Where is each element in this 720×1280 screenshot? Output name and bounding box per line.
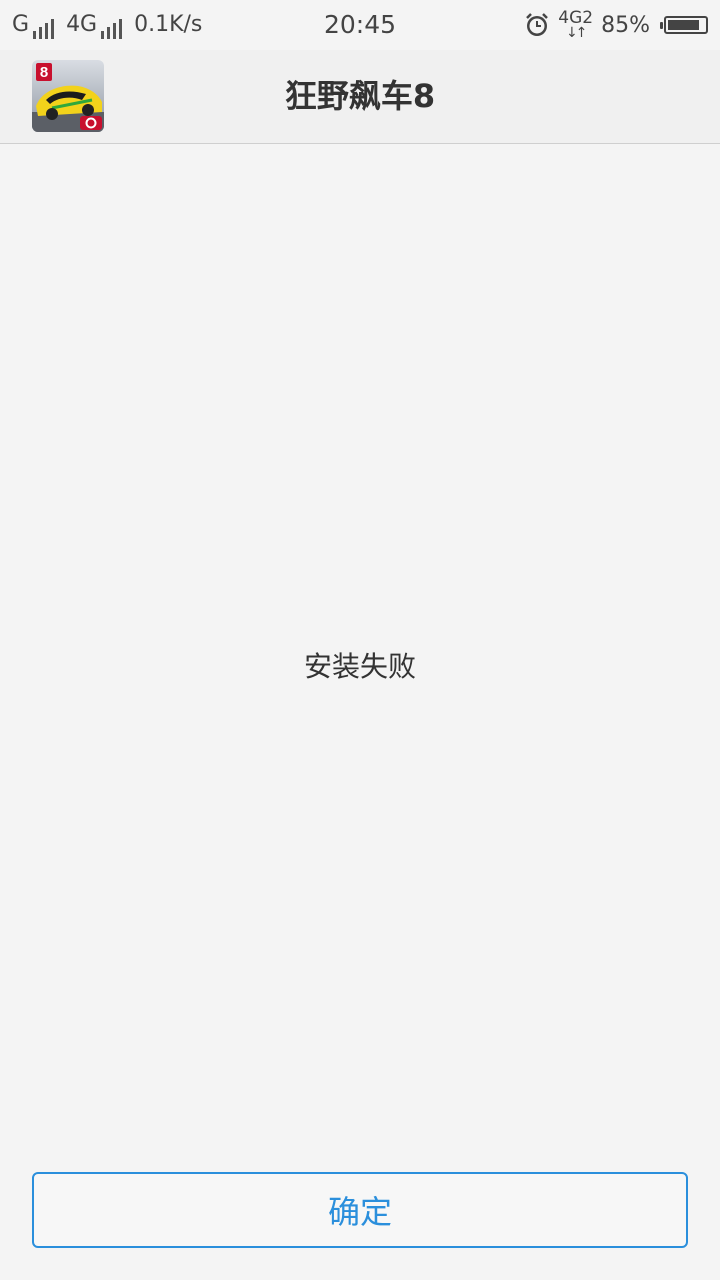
status-bar: G 4G 0.1K/s 20:45 4G2 ↓↑ 85% xyxy=(0,0,720,50)
install-status-message: 安装失败 xyxy=(303,650,416,683)
battery-icon xyxy=(660,16,708,34)
app-header: 8 狂野飙车8 xyxy=(0,50,720,144)
battery-percent: 85% xyxy=(601,12,650,38)
data-network-icon: 4G2 ↓↑ xyxy=(558,8,594,41)
status-right: 4G2 ↓↑ 85% xyxy=(524,8,708,42)
alarm-clock-icon xyxy=(526,13,549,36)
data-network-label: 4G2 xyxy=(558,8,594,28)
confirm-button[interactable]: 确定 xyxy=(32,1172,688,1248)
app-title: 狂野飙车8 xyxy=(284,77,436,115)
